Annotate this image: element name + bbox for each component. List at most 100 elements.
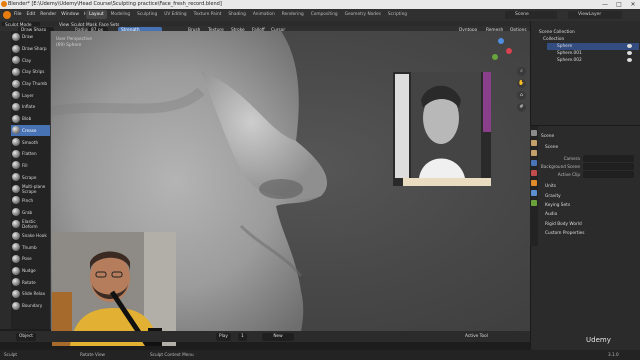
brush-clay-thumb[interactable]: Clay Thumb bbox=[11, 78, 50, 90]
brush-draw-icon bbox=[12, 32, 20, 41]
outliner-panel: Scene Collection Collection Sphere Spher… bbox=[530, 21, 640, 125]
view-layer-selector[interactable]: ViewLayer bbox=[568, 11, 622, 19]
brush-clay-thumb-icon bbox=[12, 79, 20, 88]
new-button[interactable]: New bbox=[262, 332, 294, 341]
modifier-tab-icon[interactable] bbox=[531, 190, 537, 196]
outliner-item-sphere-002[interactable]: Sphere.002 bbox=[547, 57, 639, 64]
tab-compositing[interactable]: Compositing bbox=[308, 10, 341, 19]
tab-animation[interactable]: Animation bbox=[250, 10, 278, 19]
eye-icon[interactable] bbox=[627, 44, 632, 48]
brush-elastic-deform[interactable]: Elastic Deform bbox=[11, 218, 50, 230]
menu-edit[interactable]: Edit bbox=[27, 12, 36, 17]
brush-thumb[interactable]: Thumb bbox=[11, 241, 50, 253]
z-axis-icon[interactable] bbox=[498, 38, 504, 44]
brush-scrape[interactable]: Scrape bbox=[11, 171, 50, 183]
tab-uv-editing[interactable]: UV Editing bbox=[161, 10, 189, 19]
scene-selector[interactable]: Scene bbox=[505, 11, 557, 19]
object-label: Sphere bbox=[557, 44, 573, 49]
brush-rotate-icon bbox=[12, 278, 20, 287]
audio-section[interactable]: Audio bbox=[545, 212, 557, 217]
x-axis-icon[interactable] bbox=[506, 48, 512, 54]
brush-boundary[interactable]: Boundary bbox=[11, 300, 50, 312]
active-clip-field[interactable] bbox=[583, 171, 634, 178]
tab-geometry-nodes[interactable]: Geometry Nodes bbox=[342, 10, 384, 19]
tab-shading[interactable]: Shading bbox=[225, 10, 248, 19]
outliner-item-sphere[interactable]: Sphere bbox=[547, 43, 639, 50]
menu-window[interactable]: Window bbox=[61, 12, 79, 17]
brush-clay-icon bbox=[12, 56, 20, 65]
menu-file[interactable]: File bbox=[14, 12, 22, 17]
brush-fill[interactable]: Fill bbox=[11, 160, 50, 172]
tab-layout[interactable]: Layout bbox=[86, 10, 107, 19]
camera-label: Camera bbox=[563, 156, 580, 161]
workspace-tabs: Layout Modeling Sculpting UV Editing Tex… bbox=[86, 10, 410, 19]
tool-tab-icon[interactable] bbox=[531, 130, 537, 136]
brush-draw[interactable]: Draw bbox=[11, 31, 50, 43]
scene-collection-label: Scene Collection bbox=[539, 30, 575, 35]
brush-pinch[interactable]: Pinch bbox=[11, 195, 50, 207]
brush-nudge[interactable]: Nudge bbox=[11, 265, 50, 277]
brush-smooth[interactable]: Smooth bbox=[11, 136, 50, 148]
pan-hand-icon[interactable]: ✋ bbox=[517, 79, 526, 88]
eye-icon[interactable] bbox=[627, 51, 632, 55]
close-button[interactable]: ✕ bbox=[626, 0, 640, 9]
tab-sculpting[interactable]: Sculpting bbox=[134, 10, 160, 19]
brush-label: Scrape bbox=[22, 174, 37, 180]
custom-properties-section[interactable]: Custom Properties bbox=[545, 231, 585, 236]
eye-icon[interactable] bbox=[627, 58, 632, 62]
brush-label: Smooth bbox=[22, 139, 39, 145]
outliner-collection[interactable]: Collection bbox=[543, 36, 639, 43]
maximize-button[interactable]: □ bbox=[612, 0, 626, 9]
outliner-item-sphere-001[interactable]: Sphere.001 bbox=[547, 50, 639, 57]
camera-view-icon[interactable]: ⌂ bbox=[517, 91, 526, 100]
status-context-menu: Sculpt Context Menu bbox=[150, 352, 194, 357]
brush-clay[interactable]: Clay bbox=[11, 54, 50, 66]
keying-sets-section[interactable]: Keying Sets bbox=[545, 203, 570, 208]
brush-crease[interactable]: Crease bbox=[11, 124, 50, 137]
grid-toggle-icon[interactable]: # bbox=[517, 103, 526, 112]
brush-layer[interactable]: Layer bbox=[11, 89, 50, 101]
window-titlebar: Blender* [E:\Udemy\Udemy\Head Course\Scu… bbox=[0, 0, 640, 9]
units-section[interactable]: Units bbox=[545, 184, 556, 189]
tab-rendering[interactable]: Rendering bbox=[279, 10, 307, 19]
zoom-icon[interactable]: ⌕ bbox=[517, 67, 526, 76]
tab-texture-paint[interactable]: Texture Paint bbox=[191, 10, 225, 19]
brush-label: Snake Hook bbox=[22, 233, 47, 239]
brush-clay-strips[interactable]: Clay Strips bbox=[11, 66, 50, 78]
blender-logo-icon[interactable] bbox=[3, 11, 11, 19]
frame-field[interactable]: 1 bbox=[238, 332, 247, 341]
data-tab-icon[interactable] bbox=[531, 200, 537, 206]
brush-snake-hook[interactable]: Snake Hook bbox=[11, 230, 50, 242]
brush-grab[interactable]: Grab bbox=[11, 206, 50, 218]
brush-flatten[interactable]: Flatten bbox=[11, 148, 50, 160]
tab-scripting[interactable]: Scripting bbox=[385, 10, 410, 19]
outliner-scene-collection[interactable]: Scene Collection bbox=[539, 29, 639, 36]
menu-render[interactable]: Render bbox=[40, 12, 56, 17]
gravity-section[interactable]: Gravity bbox=[545, 194, 561, 199]
brush-label: Draw Sharp bbox=[22, 46, 47, 52]
object-tab-icon[interactable] bbox=[531, 180, 537, 186]
active-tool-panel[interactable]: Active Tool bbox=[462, 333, 491, 341]
brush-blob[interactable]: Blob bbox=[11, 113, 50, 125]
rigid-body-world-section[interactable]: Rigid Body World bbox=[545, 222, 582, 227]
y-axis-icon[interactable] bbox=[492, 54, 498, 60]
minimize-button[interactable]: — bbox=[598, 0, 612, 9]
render-tab-icon[interactable] bbox=[531, 140, 537, 146]
scene-tab-icon[interactable] bbox=[531, 160, 537, 166]
brush-rotate[interactable]: Rotate bbox=[11, 276, 50, 288]
brush-multiplane-scrape[interactable]: Multi-plane Scrape bbox=[11, 183, 50, 195]
brush-draw-sharp[interactable]: Draw Sharp bbox=[11, 43, 50, 55]
playback-dropdown[interactable]: Play bbox=[216, 332, 231, 341]
playback-label: Play bbox=[219, 333, 228, 339]
background-scene-field[interactable] bbox=[583, 163, 634, 170]
output-tab-icon[interactable] bbox=[531, 150, 537, 156]
camera-field[interactable] bbox=[583, 155, 634, 162]
world-tab-icon[interactable] bbox=[531, 170, 537, 176]
object-mode-dropdown[interactable]: Object bbox=[16, 332, 36, 341]
brush-inflate[interactable]: Inflate bbox=[11, 101, 50, 113]
scene-section-header[interactable]: Scene bbox=[545, 145, 558, 150]
navigation-gizmo[interactable] bbox=[488, 36, 518, 66]
brush-pose[interactable]: Pose bbox=[11, 253, 50, 265]
tab-modeling[interactable]: Modeling bbox=[108, 10, 134, 19]
brush-slide-relax[interactable]: Slide Relax bbox=[11, 288, 50, 300]
